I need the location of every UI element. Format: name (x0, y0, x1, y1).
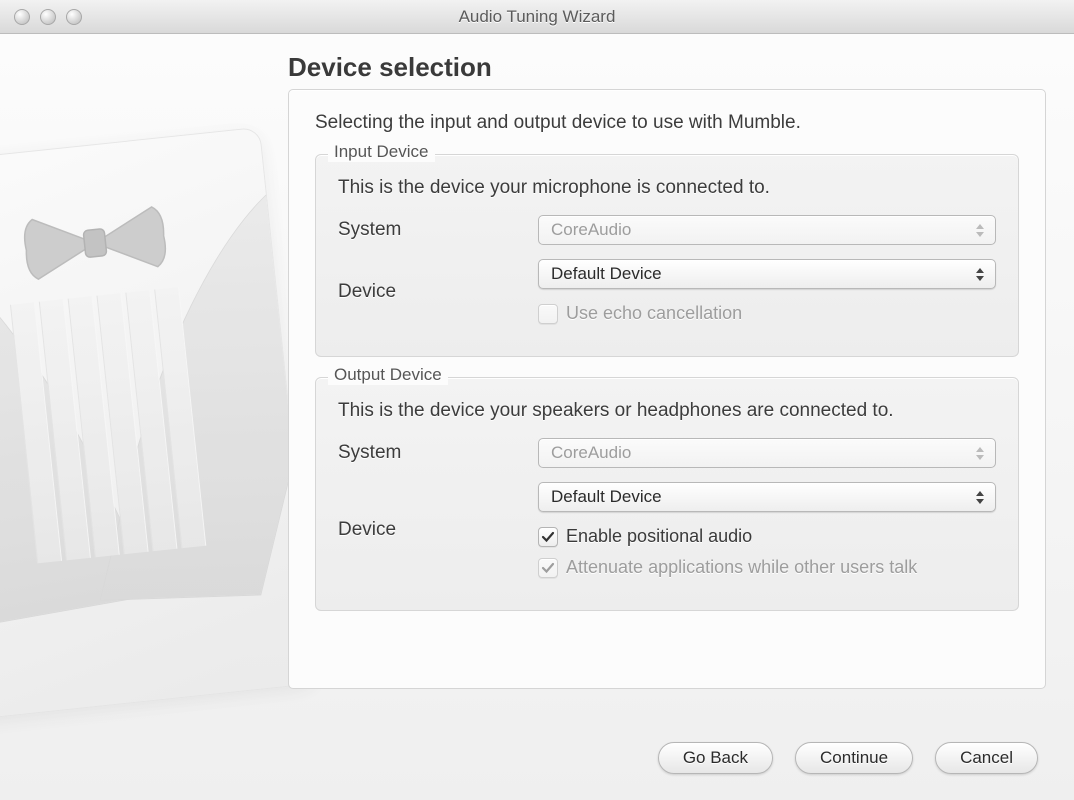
attenuate-applications-label: Attenuate applications while other users… (566, 557, 917, 578)
titlebar[interactable]: Audio Tuning Wizard (0, 0, 1074, 34)
wizard-illustration (0, 144, 290, 704)
bowtie-icon (16, 198, 173, 288)
attenuate-applications-checkbox (538, 558, 558, 578)
input-system-label: System (338, 219, 538, 241)
output-system-value: CoreAudio (551, 443, 631, 463)
input-device-value: Default Device (551, 264, 662, 284)
chevron-updown-icon (971, 442, 989, 464)
window-title: Audio Tuning Wizard (0, 7, 1074, 27)
wizard-button-bar: Go Back Continue Cancel (658, 742, 1038, 774)
chevron-updown-icon (971, 219, 989, 241)
group-input-legend: Input Device (328, 142, 435, 162)
window-body: Device selection Selecting the input and… (0, 34, 1074, 800)
echo-cancellation-checkbox (538, 304, 558, 324)
continue-button[interactable]: Continue (795, 742, 913, 774)
input-system-value: CoreAudio (551, 220, 631, 240)
output-device-description: This is the device your speakers or head… (338, 400, 996, 422)
cancel-button[interactable]: Cancel (935, 742, 1038, 774)
group-output-device: Output Device This is the device your sp… (315, 377, 1019, 611)
chevron-updown-icon (971, 263, 989, 285)
wizard-content: Device selection Selecting the input and… (288, 52, 1046, 710)
output-device-value: Default Device (551, 487, 662, 507)
input-device-label: Device (338, 281, 538, 303)
positional-audio-checkbox[interactable] (538, 527, 558, 547)
page-frame: Selecting the input and output device to… (288, 89, 1046, 689)
page-intro: Selecting the input and output device to… (315, 112, 1019, 134)
echo-cancellation-label: Use echo cancellation (566, 303, 742, 324)
output-device-label: Device (338, 519, 538, 541)
group-output-legend: Output Device (328, 365, 448, 385)
page-title: Device selection (288, 52, 1046, 83)
input-system-select: CoreAudio (538, 215, 996, 245)
go-back-button[interactable]: Go Back (658, 742, 773, 774)
output-device-select[interactable]: Default Device (538, 482, 996, 512)
chevron-updown-icon (971, 486, 989, 508)
input-device-select[interactable]: Default Device (538, 259, 996, 289)
positional-audio-label: Enable positional audio (566, 526, 752, 547)
group-input-device: Input Device This is the device your mic… (315, 154, 1019, 357)
input-device-description: This is the device your microphone is co… (338, 177, 996, 199)
output-system-label: System (338, 442, 538, 464)
output-system-select: CoreAudio (538, 438, 996, 468)
